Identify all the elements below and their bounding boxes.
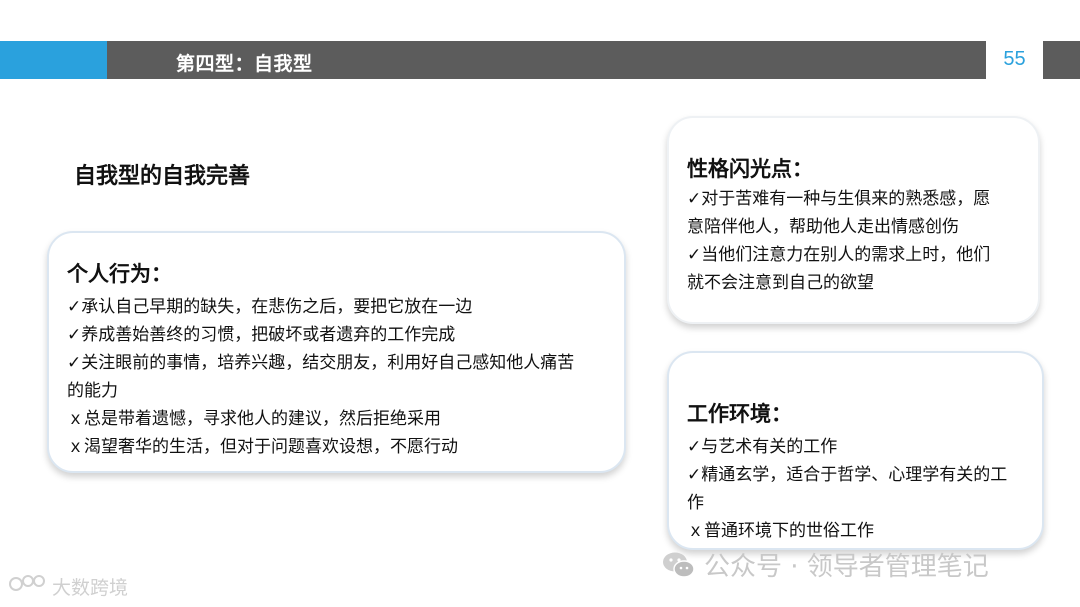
environment-line: ✓与艺术有关的工作 <box>687 437 838 457</box>
behavior-line: 的能力 <box>67 381 118 401</box>
watermark: 公众号 · 领导者管理笔记 <box>662 546 989 583</box>
section-title: 自我型的自我完善 <box>74 164 251 189</box>
header-bar: 第四型：自我型 55 <box>0 38 1080 80</box>
flash-line: ✓当他们注意力在别人的需求上时，他们 <box>687 245 991 265</box>
behavior-line: ✓关注眼前的事情，培养兴趣，结交朋友，利用好自己感知他人痛苦 <box>67 353 575 373</box>
slide-title: 第四型：自我型 <box>176 53 313 75</box>
environment-line: ✓精通玄学，适合于哲学、心理学有关的工 <box>687 465 1008 485</box>
watermark-text: 公众号 · 领导者管理笔记 <box>704 552 989 582</box>
flash-line: 意陪伴他人，帮助他人走出情感创伤 <box>687 217 959 237</box>
brand-logo-icon <box>8 572 48 601</box>
environment-line: 作 <box>687 493 704 513</box>
page-number: 55 <box>986 38 1043 80</box>
flash-heading: 性格闪光点： <box>687 157 813 181</box>
wechat-icon <box>662 551 696 579</box>
flash-line: ✓对于苦难有一种与生俱来的熟悉感，愿 <box>687 189 991 209</box>
flash-line: 就不会注意到自己的欲望 <box>687 273 874 293</box>
environment-card: 工作环境： ✓与艺术有关的工作 ✓精通玄学，适合于哲学、心理学有关的工 作 ｘ普… <box>667 351 1044 550</box>
behavior-heading: 个人行为： <box>67 262 172 286</box>
behavior-line: ｘ总是带着遗憾，寻求他人的建议，然后拒绝采用 <box>67 409 441 429</box>
environment-heading: 工作环境： <box>687 402 792 426</box>
environment-line: ｘ普通环境下的世俗工作 <box>687 521 874 541</box>
header-accent <box>0 41 107 79</box>
behavior-line: ✓承认自己早期的缺失，在悲伤之后，要把它放在一边 <box>67 297 473 317</box>
brand-text: 大数跨境 <box>52 577 129 599</box>
behavior-line: ｘ渴望奢华的生活，但对于问题喜欢设想，不愿行动 <box>67 437 458 457</box>
brand-mark: 大数跨境 <box>8 572 128 601</box>
flash-card: 性格闪光点： ✓对于苦难有一种与生俱来的熟悉感，愿 意陪伴他人，帮助他人走出情感… <box>667 116 1040 324</box>
behavior-card: 个人行为： ✓承认自己早期的缺失，在悲伤之后，要把它放在一边 ✓养成善始善终的习… <box>47 231 626 473</box>
behavior-line: ✓养成善始善终的习惯，把破坏或者遗弃的工作完成 <box>67 325 456 345</box>
